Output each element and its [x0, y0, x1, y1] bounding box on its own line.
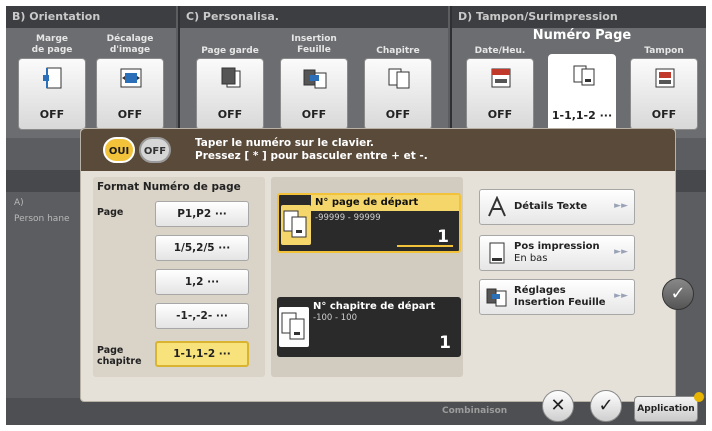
cover-page-icon [221, 67, 241, 88]
tile-value: OFF [487, 108, 513, 121]
format-option-plain[interactable]: 1,2 ··· [155, 269, 249, 295]
tile-value: 1-1,1-2 ··· [551, 109, 613, 122]
page-number-icon [573, 65, 595, 86]
instruction-line: Pressez [ * ] pour basculer entre + et -… [195, 150, 428, 162]
tile-stamp[interactable]: Tampon OFF [628, 34, 700, 130]
tile-label: Tampon [644, 46, 684, 56]
tile-label: Chapitre [376, 46, 420, 56]
text-details-button[interactable]: Détails Texte ►► [479, 189, 635, 225]
format-panel: Format Numéro de page Page Page chapitre… [93, 177, 265, 377]
page-number-dialog: OUI OFF Taper le numéro sur le clavier. … [80, 128, 676, 402]
tile-value: OFF [217, 108, 243, 121]
page-margin-icon [43, 67, 62, 89]
option-label: Pos impression En bas [514, 241, 600, 265]
insert-sheet-icon [303, 69, 327, 89]
chapter-page-label: Page chapitre [97, 345, 142, 367]
field-range: -100 - 100 [313, 313, 357, 323]
start-page-field[interactable]: N° page de départ -99999 - 99999 1 [277, 193, 461, 253]
field-range: -99999 - 99999 [315, 213, 381, 223]
option-label: Détails Texte [514, 201, 588, 212]
page-number-icon [281, 205, 311, 245]
insert-sheet-icon [486, 288, 507, 307]
stamp-button[interactable]: OFF [630, 58, 698, 130]
tile-label: Numéro Page [532, 28, 632, 43]
tile-value: OFF [117, 108, 143, 121]
chevron-right-icon: ►► [614, 201, 628, 211]
section-orientation: B) Orientation Marge de page OFF Décalag… [6, 6, 176, 138]
page-number-button[interactable]: 1-1,1-2 ··· [548, 54, 616, 132]
chapter-icon [388, 68, 410, 89]
chapter-number-icon [279, 307, 309, 347]
option-line: Réglages [514, 285, 566, 296]
stamp-icon [655, 68, 675, 88]
page-margin-button[interactable]: OFF [18, 58, 86, 130]
format-option-chapter[interactable]: 1-1,1-2 ··· [155, 341, 249, 367]
field-value: 1 [439, 333, 451, 353]
instruction-text: Taper le numéro sur le clavier. Pressez … [195, 137, 428, 163]
tile-page-margin[interactable]: Marge de page OFF [16, 34, 88, 130]
dialog-header: OUI OFF Taper le numéro sur le clavier. … [81, 129, 675, 171]
chevron-right-icon: ►► [614, 247, 628, 257]
indicator-dot [694, 392, 704, 402]
text-a-icon [488, 196, 506, 217]
format-option-dashed[interactable]: -1-,-2- ··· [155, 303, 249, 329]
cancel-button[interactable]: ✕ [542, 390, 574, 422]
tile-cover-page[interactable]: Page garde OFF [194, 34, 266, 130]
option-value: En bas [514, 253, 548, 264]
tile-insert-sheet[interactable]: Insertion Feuille OFF [278, 34, 350, 130]
field-label: N° chapitre de départ [313, 301, 436, 312]
cover-page-button[interactable]: OFF [196, 58, 264, 130]
tile-label: Page garde [201, 46, 259, 56]
print-position-button[interactable]: Pos impression En bas ►► [479, 235, 635, 271]
side-ok-button[interactable]: ✓ [662, 278, 694, 310]
section-title: B) Orientation [6, 6, 176, 28]
application-button[interactable]: Application [634, 396, 698, 422]
tile-value: OFF [385, 108, 411, 121]
tile-label: Décalage d'image [106, 34, 154, 55]
toggle-on-button[interactable]: OUI [103, 137, 135, 163]
format-option-p1p2[interactable]: P1,P2 ··· [155, 201, 249, 227]
tile-page-number[interactable]: Numéro Page 1-1,1-2 ··· [533, 29, 631, 132]
insert-sheet-button[interactable]: OFF [280, 58, 348, 130]
field-value: 1 [437, 227, 449, 247]
date-time-button[interactable]: OFF [466, 58, 534, 130]
tile-chapter[interactable]: Chapitre OFF [362, 34, 434, 130]
tile-value: OFF [301, 108, 327, 121]
image-shift-button[interactable]: OFF [96, 58, 164, 130]
ok-button[interactable]: ✓ [590, 390, 622, 422]
tile-date-time[interactable]: Date/Heu. OFF [464, 34, 536, 130]
tile-label: Marge de page [31, 34, 73, 55]
image-shift-icon [120, 68, 142, 88]
section-title: D) Tampon/Surimpression [452, 6, 706, 28]
option-line: Pos impression [514, 241, 600, 252]
section-title: C) Personalisa. [180, 6, 448, 28]
toggle-off-button[interactable]: OFF [139, 137, 171, 163]
bg-label: A) [14, 198, 24, 208]
copy-settings-screen: B) Orientation Marge de page OFF Décalag… [6, 6, 706, 425]
fields-panel: N° page de départ -99999 - 99999 1 N° ch… [271, 177, 463, 377]
bg-label: Person hane [14, 214, 70, 224]
page-position-icon [489, 242, 505, 264]
section-personalise: C) Personalisa. Page garde OFF Insertion… [180, 6, 448, 138]
chevron-right-icon: ►► [614, 291, 628, 301]
chapter-button[interactable]: OFF [364, 58, 432, 130]
start-chapter-field[interactable]: N° chapitre de départ -100 - 100 1 [277, 297, 461, 357]
format-title: Format Numéro de page [97, 181, 241, 193]
tile-value: OFF [651, 108, 677, 121]
tile-label: Insertion Feuille [291, 34, 337, 55]
date-time-icon [491, 68, 511, 88]
instruction-line: Taper le numéro sur le clavier. [195, 137, 374, 149]
section-stamp: D) Tampon/Surimpression Date/Heu. OFF Nu… [452, 6, 706, 138]
format-option-fraction[interactable]: 1/5,2/5 ··· [155, 235, 249, 261]
tile-image-shift[interactable]: Décalage d'image OFF [94, 34, 166, 130]
tile-value: OFF [39, 108, 65, 121]
page-label: Page [97, 207, 124, 218]
option-line: Insertion Feuille [514, 297, 606, 308]
field-label: N° page de départ [311, 195, 459, 211]
option-label: Réglages Insertion Feuille [514, 285, 606, 309]
insert-sheet-settings-button[interactable]: Réglages Insertion Feuille ►► [479, 279, 635, 315]
tile-label: Date/Heu. [474, 46, 526, 56]
bg-bottom-label: Combinaison [442, 406, 508, 416]
